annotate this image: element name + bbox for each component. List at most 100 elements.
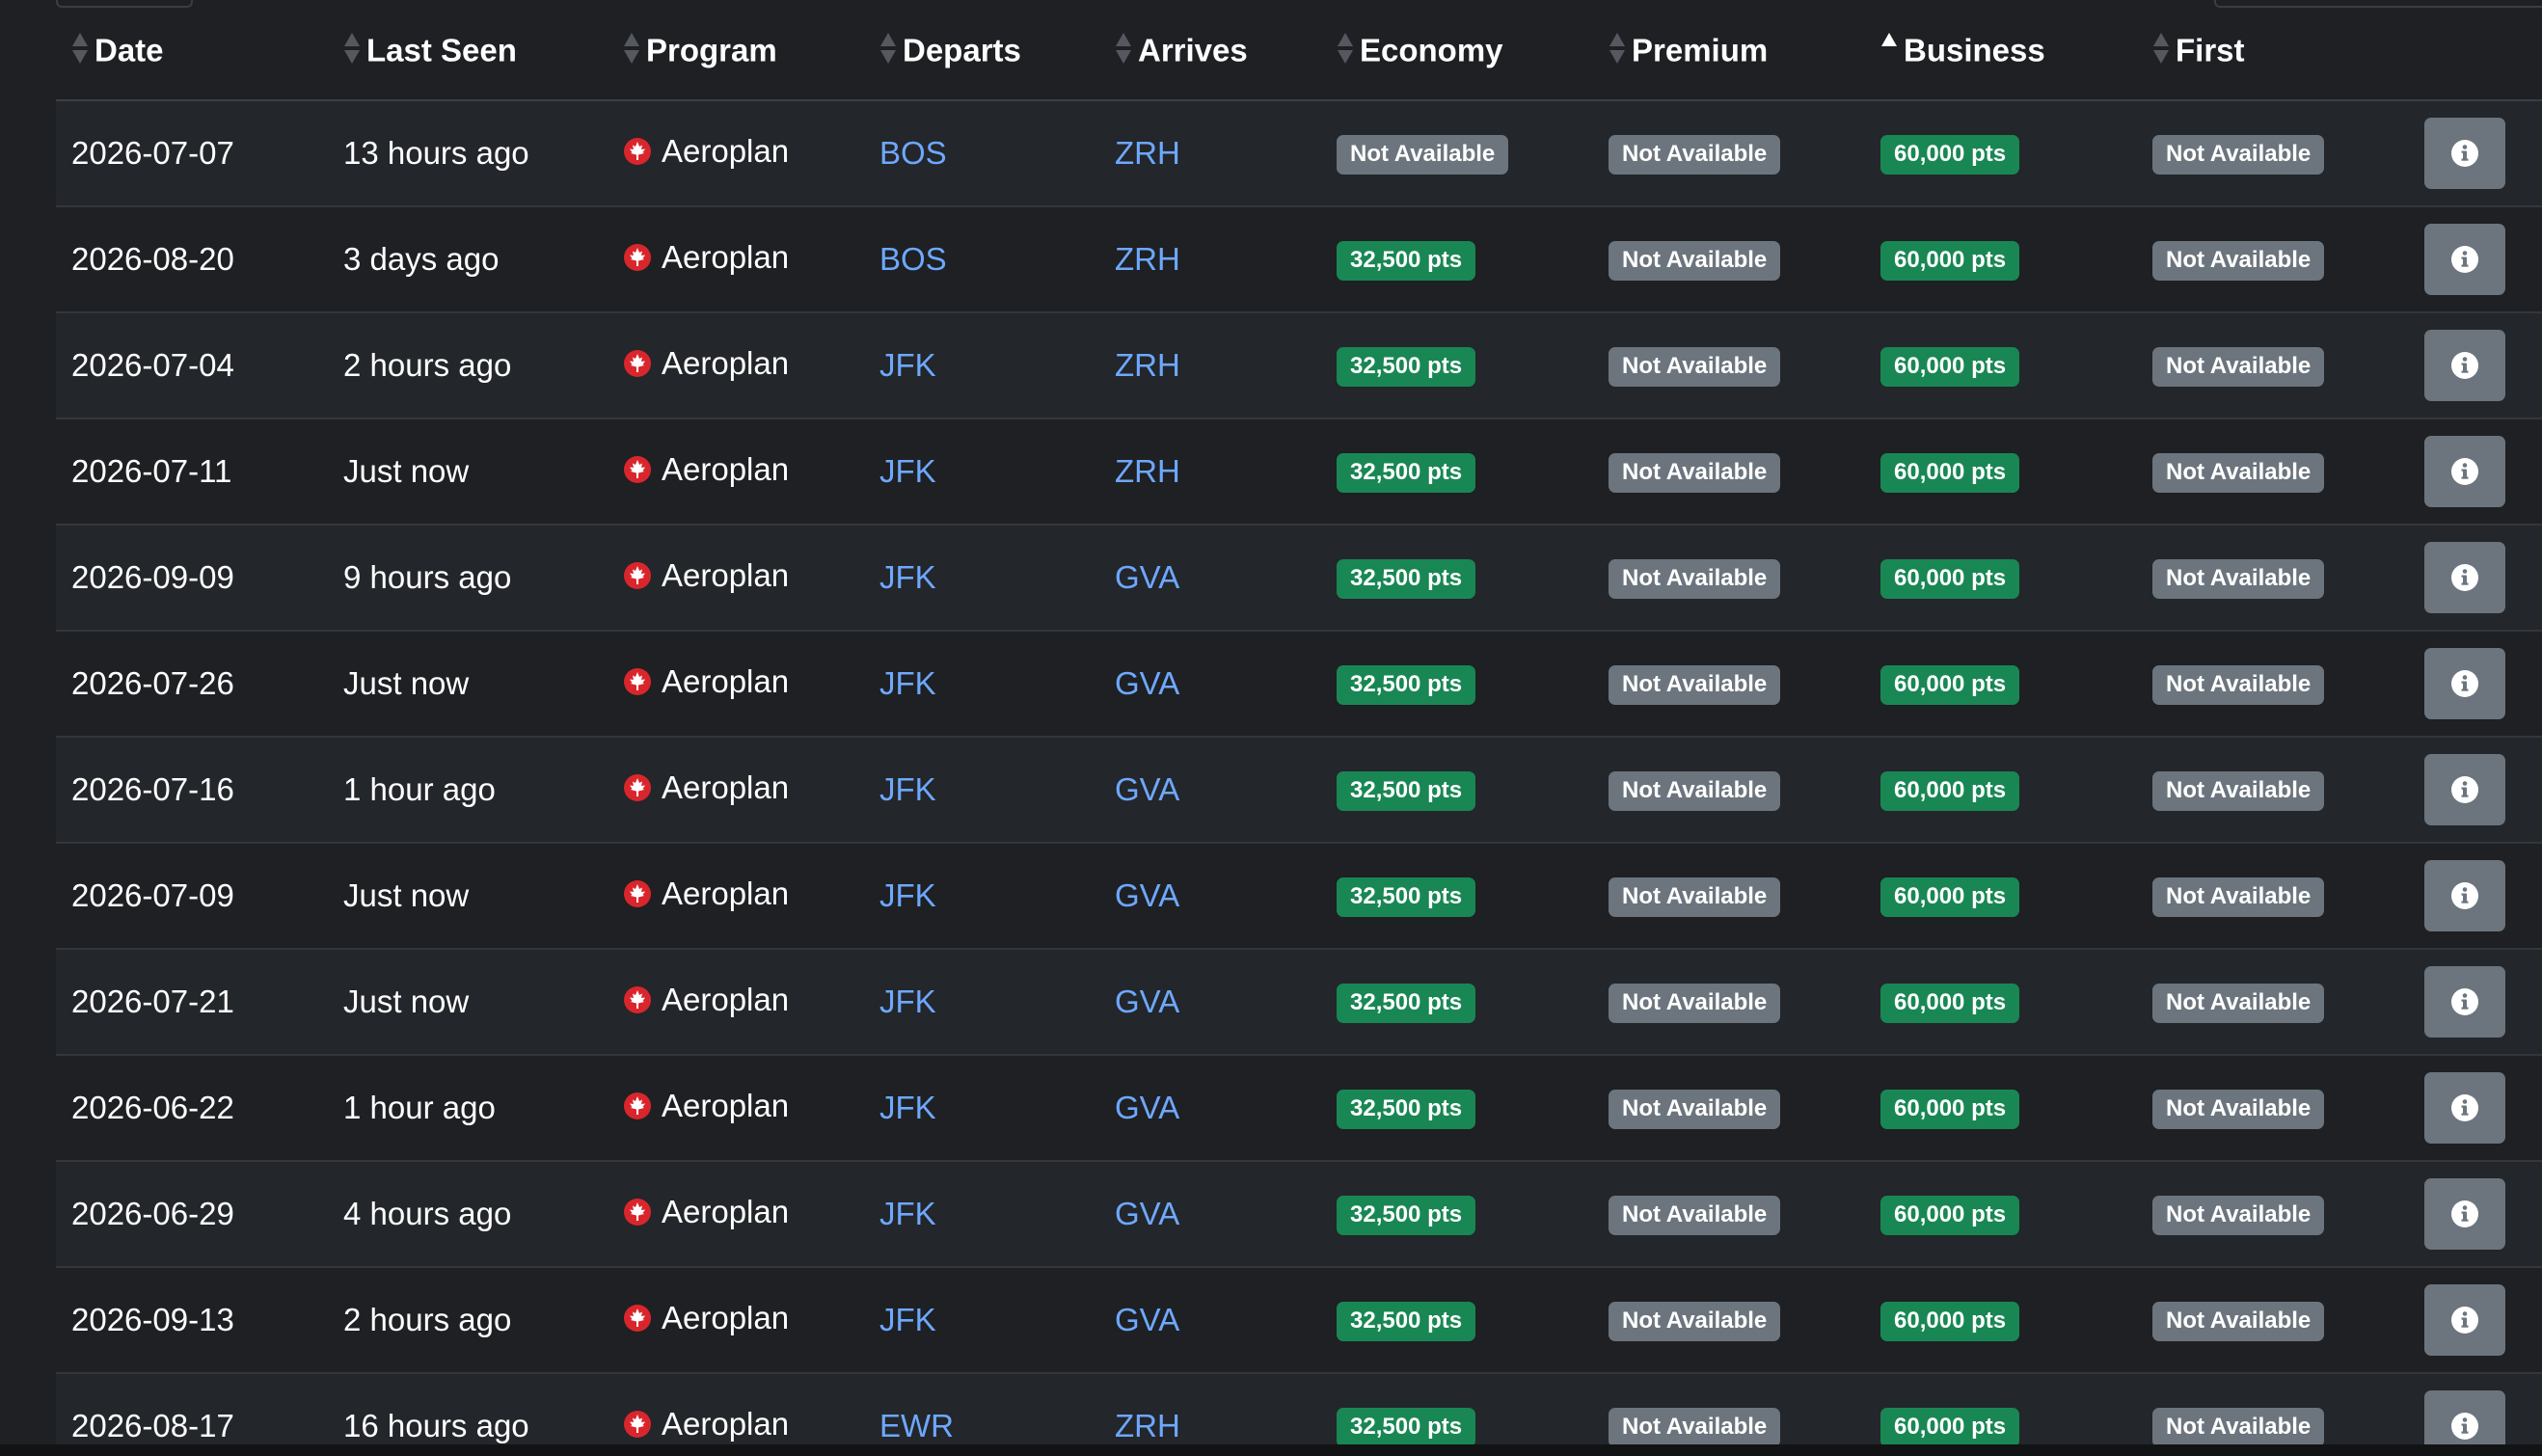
column-header-last-seen[interactable]: Last Seen <box>328 0 608 101</box>
column-header-business[interactable]: Business <box>1865 0 2137 101</box>
departs-airport-link[interactable]: JFK <box>879 347 936 383</box>
departs-airport-link[interactable]: JFK <box>879 1302 936 1337</box>
departs-airport-link[interactable]: BOS <box>879 241 947 277</box>
departs-airport-link[interactable]: JFK <box>879 1196 936 1231</box>
departs-airport-link[interactable]: JFK <box>879 771 936 807</box>
info-button[interactable] <box>2424 1284 2505 1356</box>
arrives-airport-link[interactable]: GVA <box>1115 559 1179 595</box>
column-header-arrives[interactable]: Arrives <box>1099 0 1321 101</box>
departs-airport-link[interactable]: JFK <box>879 665 936 701</box>
table-row: 2026-07-07 13 hours ago Aeroplan BOS ZRH… <box>56 100 2542 207</box>
program-label: Aeroplan <box>623 769 789 806</box>
cell-date: 2026-09-09 <box>56 525 328 632</box>
last-seen-value: 13 hours ago <box>343 135 529 171</box>
info-button[interactable] <box>2424 542 2505 613</box>
arrives-airport-link[interactable]: ZRH <box>1115 135 1180 171</box>
arrives-airport-link[interactable]: ZRH <box>1115 1408 1180 1443</box>
info-button[interactable] <box>2424 648 2505 719</box>
departs-airport-link[interactable]: JFK <box>879 453 936 489</box>
info-icon <box>2451 352 2478 379</box>
info-button[interactable] <box>2424 966 2505 1038</box>
program-label: Aeroplan <box>623 345 789 382</box>
first-badge: Not Available <box>2152 877 2325 917</box>
arrives-airport-link[interactable]: GVA <box>1115 1196 1179 1231</box>
business-badge: 60,000 pts <box>1880 1302 2020 1341</box>
maple-leaf-icon <box>623 561 652 590</box>
departs-airport-link[interactable]: EWR <box>879 1408 954 1443</box>
column-header-departs[interactable]: Departs <box>864 0 1099 101</box>
cell-departs: BOS <box>864 100 1099 207</box>
column-header-economy[interactable]: Economy <box>1321 0 1593 101</box>
maple-leaf-icon <box>623 1092 652 1120</box>
table-row: 2026-07-26 Just now Aeroplan JFK GVA 32,… <box>56 631 2542 738</box>
arrives-airport-link[interactable]: GVA <box>1115 984 1179 1019</box>
cell-program: Aeroplan <box>608 949 864 1056</box>
program-label: Aeroplan <box>623 1406 789 1443</box>
date-value: 2026-09-13 <box>71 1302 234 1337</box>
arrives-airport-link[interactable]: GVA <box>1115 877 1179 913</box>
info-button[interactable] <box>2424 754 2505 825</box>
info-icon <box>2451 1413 2478 1440</box>
cell-arrives: ZRH <box>1099 206 1321 313</box>
table-row: 2026-07-09 Just now Aeroplan JFK GVA 32,… <box>56 843 2542 950</box>
premium-badge: Not Available <box>1609 984 1781 1023</box>
last-seen-value: 1 hour ago <box>343 1090 496 1125</box>
table-row: 2026-09-13 2 hours ago Aeroplan JFK GVA … <box>56 1267 2542 1374</box>
arrives-airport-link[interactable]: ZRH <box>1115 241 1180 277</box>
info-icon <box>2451 140 2478 167</box>
date-value: 2026-08-20 <box>71 241 234 277</box>
departs-airport-link[interactable]: JFK <box>879 984 936 1019</box>
info-button[interactable] <box>2424 330 2505 401</box>
date-value: 2026-07-26 <box>71 665 234 701</box>
date-value: 2026-07-16 <box>71 771 234 807</box>
info-button[interactable] <box>2424 860 2505 931</box>
info-button[interactable] <box>2424 1072 2505 1144</box>
cell-program: Aeroplan <box>608 525 864 632</box>
info-icon <box>2451 458 2478 485</box>
info-icon <box>2451 776 2478 803</box>
sort-both-icon <box>71 32 89 65</box>
program-label: Aeroplan <box>623 982 789 1018</box>
cell-date: 2026-07-16 <box>56 737 328 844</box>
cell-last-seen: Just now <box>328 631 608 738</box>
departs-airport-link[interactable]: JFK <box>879 559 936 595</box>
maple-leaf-icon <box>623 879 652 908</box>
arrives-airport-link[interactable]: ZRH <box>1115 347 1180 383</box>
info-button[interactable] <box>2424 436 2505 507</box>
column-header-program[interactable]: Program <box>608 0 864 101</box>
column-header-actions <box>2409 0 2542 101</box>
program-name: Aeroplan <box>662 1088 790 1123</box>
arrives-airport-link[interactable]: GVA <box>1115 665 1179 701</box>
maple-leaf-icon <box>623 667 652 696</box>
info-button[interactable] <box>2424 118 2505 189</box>
maple-leaf-icon <box>623 455 652 484</box>
economy-badge: 32,500 pts <box>1337 1408 1476 1447</box>
arrives-airport-link[interactable]: GVA <box>1115 1090 1179 1125</box>
maple-leaf-icon <box>623 1304 652 1333</box>
departs-airport-link[interactable]: JFK <box>879 1090 936 1125</box>
date-value: 2026-09-09 <box>71 559 234 595</box>
cell-business: 60,000 pts <box>1865 312 2137 419</box>
departs-airport-link[interactable]: BOS <box>879 135 947 171</box>
cell-first: Not Available <box>2137 1267 2409 1374</box>
info-button[interactable] <box>2424 1178 2505 1250</box>
arrives-airport-link[interactable]: ZRH <box>1115 453 1180 489</box>
info-icon <box>2451 1307 2478 1334</box>
arrives-airport-link[interactable]: GVA <box>1115 771 1179 807</box>
cell-date: 2026-07-07 <box>56 100 328 207</box>
column-header-first[interactable]: First <box>2137 0 2409 101</box>
info-icon <box>2451 988 2478 1015</box>
cell-program: Aeroplan <box>608 206 864 313</box>
column-header-date[interactable]: Date <box>56 0 328 101</box>
date-value: 2026-08-17 <box>71 1408 234 1443</box>
departs-airport-link[interactable]: JFK <box>879 877 936 913</box>
cell-last-seen: Just now <box>328 418 608 526</box>
last-seen-value: 4 hours ago <box>343 1196 512 1231</box>
cell-premium: Not Available <box>1593 737 1865 844</box>
cell-arrives: GVA <box>1099 737 1321 844</box>
column-header-premium[interactable]: Premium <box>1593 0 1865 101</box>
cell-arrives: ZRH <box>1099 100 1321 207</box>
cell-date: 2026-07-04 <box>56 312 328 419</box>
info-button[interactable] <box>2424 224 2505 295</box>
arrives-airport-link[interactable]: GVA <box>1115 1302 1179 1337</box>
